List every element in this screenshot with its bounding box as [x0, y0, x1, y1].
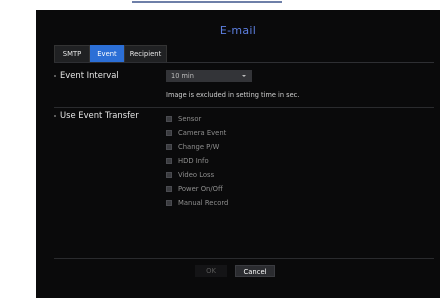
ok-button[interactable]: OK: [195, 265, 227, 277]
checkbox-box[interactable]: [166, 130, 172, 136]
checkbox-label: HDD Info: [178, 157, 209, 165]
tab-underline: [54, 62, 434, 63]
checkbox-label: Change P/W: [178, 143, 220, 151]
tab-recipient[interactable]: Recipient: [124, 45, 167, 62]
event-interval-value: 10 min: [171, 72, 194, 80]
footer-divider: [54, 258, 434, 259]
event-interval-label: Event Interval: [60, 70, 119, 80]
checkbox-box[interactable]: [166, 200, 172, 206]
checkbox-box[interactable]: [166, 158, 172, 164]
checkbox-label: Sensor: [178, 115, 202, 123]
checkbox-hdd-info[interactable]: HDD Info: [166, 156, 209, 166]
dialog-title: E-mail: [219, 24, 257, 37]
top-strip: [36, 0, 440, 10]
tab-event[interactable]: Event: [90, 45, 124, 62]
section-divider: [54, 107, 434, 108]
checkbox-video-loss[interactable]: Video Loss: [166, 170, 214, 180]
chevron-down-icon: [242, 75, 246, 77]
top-accent-line: [132, 1, 282, 3]
checkbox-label: Power On/Off: [178, 185, 223, 193]
tab-smtp[interactable]: SMTP: [54, 45, 90, 62]
bullet-icon: [54, 75, 56, 77]
checkbox-power-on-off[interactable]: Power On/Off: [166, 184, 223, 194]
checkbox-camera-event[interactable]: Camera Event: [166, 128, 226, 138]
checkbox-box[interactable]: [166, 144, 172, 150]
checkbox-sensor[interactable]: Sensor: [166, 114, 201, 124]
email-dialog: E-mail SMTP Event Recipient Event Interv…: [36, 10, 440, 298]
checkbox-change-pw[interactable]: Change P/W: [166, 142, 219, 152]
event-transfer-label: Use Event Transfer: [60, 110, 139, 120]
cancel-button[interactable]: Cancel: [235, 265, 275, 277]
checkbox-box[interactable]: [166, 172, 172, 178]
event-interval-select[interactable]: 10 min: [166, 70, 252, 82]
checkbox-label: Camera Event: [178, 129, 227, 137]
checkbox-label: Video Loss: [178, 171, 215, 179]
checkbox-box[interactable]: [166, 186, 172, 192]
event-interval-note: Image is excluded in setting time in sec…: [166, 91, 300, 99]
bullet-icon: [54, 115, 56, 117]
checkbox-manual-record[interactable]: Manual Record: [166, 198, 228, 208]
checkbox-box[interactable]: [166, 116, 172, 122]
checkbox-label: Manual Record: [178, 199, 229, 207]
tab-bar: SMTP Event Recipient: [54, 45, 167, 62]
